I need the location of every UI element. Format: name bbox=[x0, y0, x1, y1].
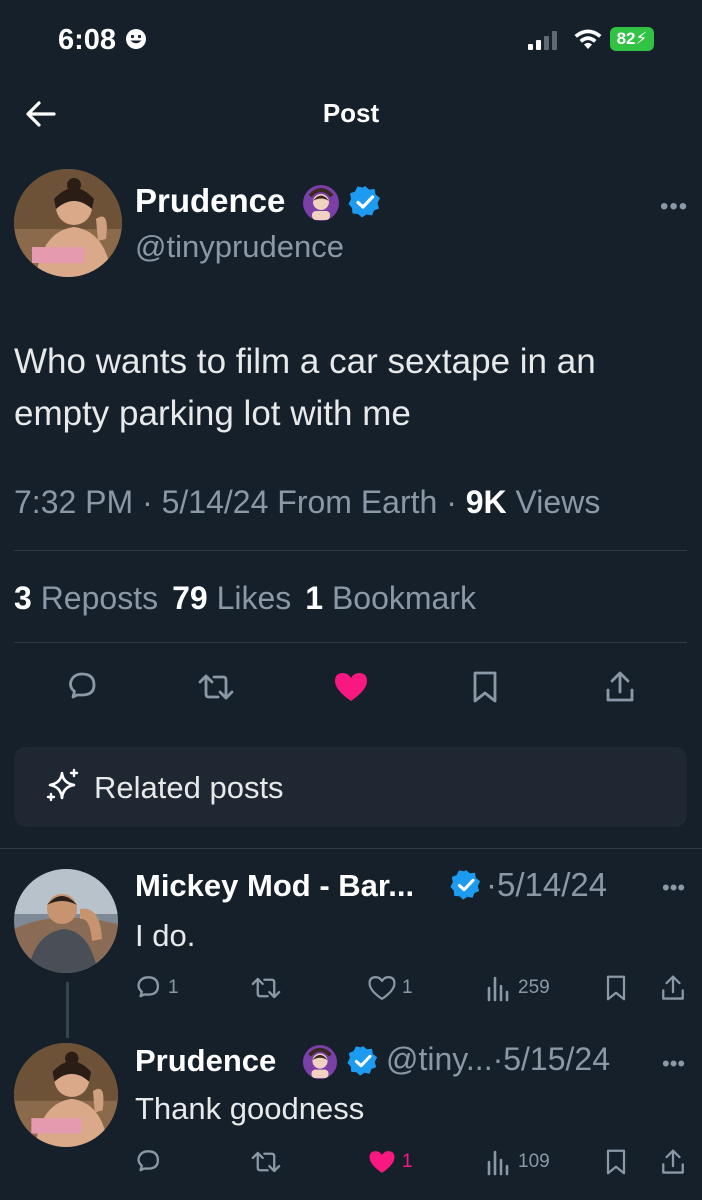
reply-text: I do. bbox=[135, 918, 196, 953]
battery-indicator: 82⚡ bbox=[610, 27, 654, 51]
likes-label[interactable]: Likes bbox=[217, 580, 292, 616]
repost-button[interactable] bbox=[250, 974, 282, 1002]
reply-count: 1 bbox=[168, 977, 179, 998]
views-label: Views bbox=[515, 484, 601, 520]
share-button[interactable] bbox=[660, 974, 686, 1002]
author-handle[interactable]: @tinyprudence bbox=[135, 229, 344, 265]
bookmarks-label[interactable]: Bookmark bbox=[332, 580, 476, 616]
reply-author-name[interactable]: Mickey Mod - Bar... bbox=[135, 868, 414, 904]
views-count: 259 bbox=[518, 977, 550, 998]
like-button[interactable]: 1 bbox=[368, 974, 413, 1002]
reposts-count[interactable]: 3 bbox=[14, 580, 32, 616]
share-button[interactable] bbox=[660, 1148, 686, 1176]
reply-author-name[interactable]: Prudence bbox=[135, 1043, 276, 1079]
bookmark-button[interactable] bbox=[604, 1148, 628, 1176]
repost-icon bbox=[251, 977, 281, 999]
views-count: 9K bbox=[465, 484, 507, 520]
reply-avatar[interactable] bbox=[14, 1043, 118, 1147]
repost-icon bbox=[198, 674, 234, 700]
reply-button[interactable]: 1 bbox=[134, 974, 179, 1002]
author-avatar[interactable] bbox=[14, 169, 122, 277]
analytics-icon bbox=[487, 1150, 509, 1176]
sparkle-icon bbox=[46, 768, 79, 802]
share-button[interactable] bbox=[600, 660, 640, 714]
verified-badge-icon bbox=[450, 869, 481, 900]
post-meta: 7:32 PM · 5/14/24 From Earth · 9K Views bbox=[14, 484, 601, 520]
views-button[interactable]: 259 bbox=[486, 974, 550, 1002]
share-icon bbox=[662, 1149, 684, 1174]
post-date: 5/14/24 bbox=[161, 484, 269, 520]
repost-button[interactable] bbox=[196, 660, 236, 714]
divider bbox=[14, 642, 687, 643]
divider bbox=[0, 848, 702, 849]
engagement-stats: 3 Reposts 79 Likes 1 Bookmark bbox=[14, 580, 490, 617]
reply-author-handle[interactable]: @tiny... bbox=[386, 1041, 493, 1077]
bookmark-icon bbox=[606, 975, 626, 1001]
more-options-icon[interactable]: ••• bbox=[662, 1051, 685, 1077]
reply-handle-date: @tiny...·5/15/24 bbox=[386, 1041, 610, 1077]
reply-icon bbox=[69, 672, 96, 699]
repost-button[interactable] bbox=[250, 1148, 282, 1176]
heart-icon bbox=[335, 673, 367, 701]
thread-connector bbox=[66, 982, 69, 1038]
verified-badge-icon bbox=[348, 186, 380, 218]
verified-badge-icon bbox=[347, 1045, 378, 1076]
bookmark-icon bbox=[606, 1149, 626, 1175]
reposts-label[interactable]: Reposts bbox=[41, 580, 158, 616]
bookmark-button[interactable] bbox=[604, 974, 628, 1002]
more-options-icon[interactable]: ••• bbox=[662, 875, 685, 901]
views-count: 109 bbox=[518, 1151, 550, 1172]
reply-text: Thank goodness bbox=[135, 1091, 365, 1126]
person-gesturing-ok-emoji-icon bbox=[302, 1044, 338, 1080]
related-posts-button[interactable]: Related posts bbox=[14, 747, 687, 827]
post-text: Who wants to film a car sextape in an em… bbox=[14, 342, 596, 433]
divider bbox=[14, 550, 687, 551]
page-title: Post bbox=[322, 98, 380, 128]
share-icon bbox=[662, 975, 684, 1000]
share-icon bbox=[606, 671, 634, 702]
post-location: From Earth bbox=[277, 484, 438, 520]
reply-button[interactable] bbox=[62, 660, 102, 714]
like-count: 1 bbox=[402, 977, 413, 998]
like-count: 1 bbox=[402, 1151, 413, 1172]
more-options-icon[interactable]: ••• bbox=[660, 193, 688, 221]
reply-icon bbox=[137, 976, 160, 998]
analytics-icon bbox=[487, 976, 509, 1002]
reply-button[interactable] bbox=[134, 1148, 162, 1176]
smiley-icon bbox=[126, 29, 146, 49]
bookmark-icon bbox=[473, 671, 497, 703]
post-time: 7:32 PM bbox=[14, 484, 134, 520]
reply-avatar[interactable] bbox=[14, 869, 118, 973]
heart-outline-icon bbox=[368, 976, 396, 1000]
likes-count[interactable]: 79 bbox=[172, 580, 208, 616]
author-name[interactable]: Prudence bbox=[135, 182, 285, 220]
wifi-icon bbox=[574, 29, 602, 49]
reply-icon bbox=[137, 1150, 160, 1172]
post-action-bar bbox=[0, 660, 702, 714]
views-button[interactable]: 109 bbox=[486, 1148, 550, 1176]
reply-date: ·5/14/24 bbox=[486, 866, 608, 903]
status-time: 6:08 bbox=[58, 24, 117, 56]
related-posts-label: Related posts bbox=[94, 770, 284, 805]
bookmarks-count[interactable]: 1 bbox=[305, 580, 323, 616]
heart-icon bbox=[369, 1151, 395, 1173]
bookmark-button[interactable] bbox=[465, 660, 505, 714]
person-gesturing-ok-emoji-icon bbox=[302, 184, 340, 222]
like-button[interactable]: 1 bbox=[368, 1148, 413, 1176]
cellular-signal-icon bbox=[528, 31, 557, 50]
like-button[interactable] bbox=[331, 660, 371, 714]
repost-icon bbox=[251, 1151, 281, 1173]
